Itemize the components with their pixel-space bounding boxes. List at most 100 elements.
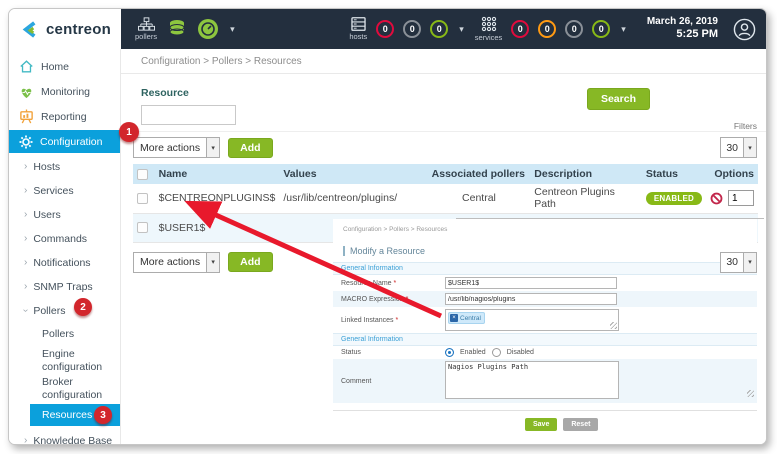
sidebar-item-knowledge-base[interactable]: › Knowledge Base bbox=[9, 429, 120, 445]
linked-instances-field[interactable]: × Central bbox=[445, 309, 619, 331]
step-badge-3: 3 bbox=[94, 406, 112, 424]
table-header-row: Name Values Associated pollers Descripti… bbox=[133, 164, 758, 184]
hosts-unreachable-counter[interactable]: 0 bbox=[403, 20, 421, 38]
column-associated-pollers[interactable]: Associated pollers bbox=[428, 164, 531, 184]
row-checkbox[interactable] bbox=[137, 222, 148, 233]
required-asterisk: * bbox=[406, 296, 409, 303]
column-options[interactable]: Options bbox=[706, 164, 758, 184]
hosts-down-counter[interactable]: 0 bbox=[376, 20, 394, 38]
more-actions-label: More actions bbox=[134, 256, 206, 268]
instance-tag: × Central bbox=[448, 312, 485, 324]
services-ok-counter[interactable]: 0 bbox=[592, 20, 610, 38]
sidebar-item-engine-configuration[interactable]: Engine configuration bbox=[9, 348, 120, 373]
sidebar-item-label: Pollers bbox=[42, 328, 108, 341]
section-general-information-2: General Information bbox=[333, 333, 757, 346]
add-button[interactable]: Add bbox=[228, 138, 272, 158]
page-size-value: 30 bbox=[721, 142, 743, 154]
search-panel: Resource Search bbox=[121, 74, 766, 127]
hosts-label: hosts bbox=[349, 33, 367, 41]
comment-field[interactable]: Nagios Plugins Path bbox=[445, 361, 619, 399]
pollers-menu[interactable]: pollers bbox=[135, 17, 157, 41]
sidebar-item-label: Configuration bbox=[40, 136, 102, 148]
column-name[interactable]: Name bbox=[155, 164, 280, 184]
hosts-menu[interactable]: hosts bbox=[349, 17, 367, 41]
resize-handle[interactable] bbox=[610, 322, 617, 329]
resource-name[interactable]: $CENTREONPLUGINS$ bbox=[155, 184, 280, 213]
bottom-toolbar: More actions ▾ Add 30 ▾ bbox=[121, 247, 766, 278]
pollers-label: pollers bbox=[135, 33, 157, 41]
form-row-linked-instances: Linked Instances * × Central bbox=[333, 307, 757, 333]
column-description[interactable]: Description bbox=[530, 164, 642, 184]
sidebar-item-label: Services bbox=[33, 185, 73, 197]
hosts-up-counter[interactable]: 0 bbox=[430, 20, 448, 38]
top-header: centreon pollers bbox=[9, 9, 766, 49]
sidebar-item-home[interactable]: Home bbox=[9, 55, 120, 78]
row-checkbox[interactable] bbox=[137, 193, 148, 204]
reset-button[interactable]: Reset bbox=[563, 418, 598, 431]
poller-chevron-down-icon[interactable]: ▾ bbox=[230, 24, 235, 35]
disable-icon[interactable] bbox=[710, 192, 723, 205]
status-disabled-radio[interactable] bbox=[492, 348, 501, 357]
more-actions-select[interactable]: More actions ▾ bbox=[133, 252, 220, 273]
search-button[interactable]: Search bbox=[587, 88, 650, 110]
column-values[interactable]: Values bbox=[279, 164, 427, 184]
sidebar-item-label: Hosts bbox=[33, 161, 60, 173]
modal-breadcrumb: Configuration > Pollers > Resources bbox=[333, 219, 757, 233]
table-row[interactable]: $CENTREONPLUGINS$ /usr/lib/centreon/plug… bbox=[133, 184, 758, 213]
save-button[interactable]: Save bbox=[525, 418, 557, 431]
more-actions-select[interactable]: More actions ▾ bbox=[133, 137, 220, 158]
top-toolbar: More actions ▾ Add 30 ▾ bbox=[121, 131, 766, 163]
sidebar-item-services[interactable]: › Services bbox=[9, 179, 120, 202]
linked-instances-label: Linked Instances * bbox=[341, 317, 445, 324]
required-asterisk: * bbox=[394, 280, 397, 287]
gauge-status-icon[interactable] bbox=[197, 18, 219, 40]
chevron-right-icon: › bbox=[24, 209, 27, 220]
monitoring-icon bbox=[19, 85, 34, 99]
column-status[interactable]: Status bbox=[642, 164, 706, 184]
sidebar-item-users[interactable]: › Users bbox=[9, 203, 120, 226]
sidebar-item-notifications[interactable]: › Notifications bbox=[9, 251, 120, 274]
select-all-checkbox[interactable] bbox=[137, 169, 148, 180]
resource-description: Centreon Plugins Path bbox=[530, 184, 642, 213]
services-chevron-down-icon[interactable]: ▾ bbox=[621, 24, 626, 35]
sidebar-item-monitoring[interactable]: Monitoring bbox=[9, 80, 120, 103]
sidebar-item-broker-configuration[interactable]: Broker configuration bbox=[9, 376, 120, 401]
chevron-right-icon: › bbox=[24, 435, 27, 445]
logo[interactable]: centreon bbox=[9, 9, 121, 49]
resource-name[interactable]: $USER1$ bbox=[155, 213, 280, 242]
sidebar-item-configuration[interactable]: Configuration bbox=[9, 130, 120, 153]
sidebar-item-snmp-traps[interactable]: › SNMP Traps bbox=[9, 275, 120, 298]
add-button[interactable]: Add bbox=[228, 252, 272, 272]
remove-tag-icon[interactable]: × bbox=[450, 314, 458, 322]
duplicate-count-input[interactable] bbox=[728, 190, 754, 206]
sidebar-item-label: Monitoring bbox=[41, 86, 90, 98]
centreon-logo-icon bbox=[21, 20, 40, 39]
status-enabled-radio[interactable] bbox=[445, 348, 454, 357]
sidebar-item-pollers[interactable]: › Pollers bbox=[9, 299, 120, 322]
page-size-select[interactable]: 30 ▾ bbox=[720, 252, 757, 273]
resize-handle[interactable] bbox=[747, 390, 754, 397]
services-warning-counter[interactable]: 0 bbox=[538, 20, 556, 38]
sidebar-item-pollers-sub[interactable]: Pollers bbox=[9, 323, 120, 345]
sidebar-item-hosts[interactable]: › Hosts bbox=[9, 155, 120, 178]
services-menu[interactable]: services bbox=[475, 16, 503, 42]
step-badge-1: 1 bbox=[119, 122, 139, 142]
database-status-icon[interactable] bbox=[166, 18, 188, 40]
resource-search-label: Resource bbox=[141, 87, 189, 99]
sidebar-item-reporting[interactable]: Reporting bbox=[9, 105, 120, 128]
services-unknown-counter[interactable]: 0 bbox=[565, 20, 583, 38]
sidebar-item-commands[interactable]: › Commands bbox=[9, 227, 120, 250]
resource-search-input[interactable] bbox=[141, 105, 236, 125]
hosts-icon bbox=[351, 17, 366, 31]
hosts-chevron-down-icon[interactable]: ▾ bbox=[459, 24, 464, 35]
chevron-right-icon: › bbox=[24, 185, 27, 196]
page-size-select[interactable]: 30 ▾ bbox=[720, 137, 757, 158]
resource-name-field[interactable] bbox=[445, 277, 617, 289]
current-time: 5:25 PM bbox=[647, 28, 718, 42]
user-avatar-icon[interactable] bbox=[733, 18, 756, 41]
app-window: centreon pollers bbox=[8, 8, 767, 445]
chevron-right-icon: › bbox=[24, 161, 27, 172]
macro-expression-field[interactable] bbox=[445, 293, 617, 305]
status-disabled-label: Disabled bbox=[507, 349, 534, 356]
services-critical-counter[interactable]: 0 bbox=[511, 20, 529, 38]
